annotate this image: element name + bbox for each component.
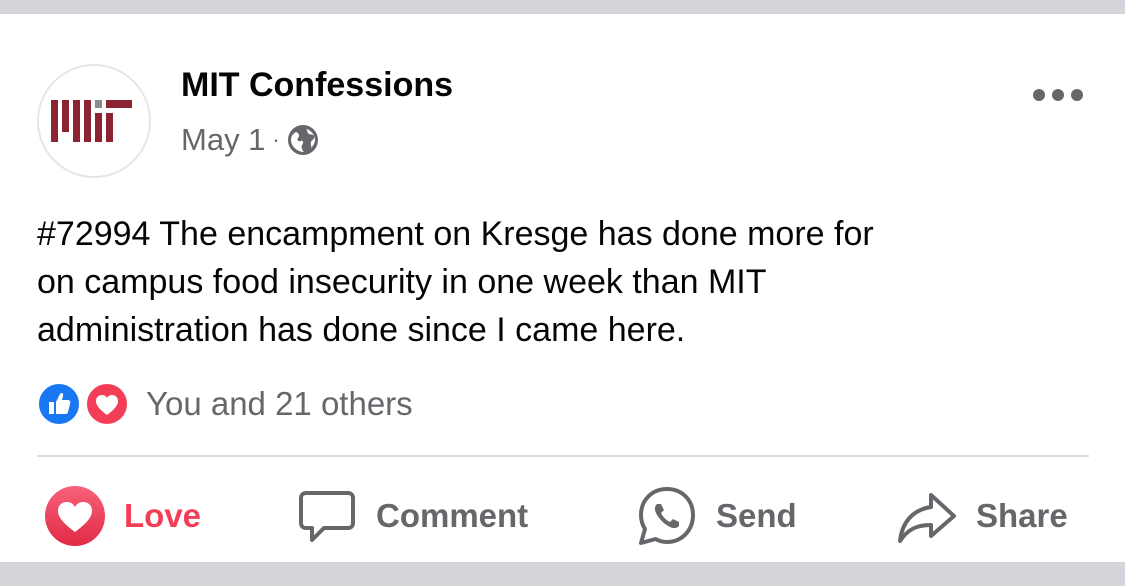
love-button-label: Love (124, 497, 202, 534)
reaction-icons (36, 380, 136, 428)
page-avatar[interactable] (37, 64, 151, 178)
meta-separator: · (272, 127, 280, 152)
love-icon (45, 486, 105, 546)
share-button[interactable]: Share (896, 484, 1068, 548)
feed-separator-bottom (0, 562, 1125, 586)
love-reaction-icon (84, 381, 130, 427)
comment-button-label: Comment (376, 497, 529, 534)
like-reaction-icon (36, 381, 82, 427)
action-divider (37, 455, 1089, 457)
more-options-icon[interactable] (1030, 80, 1086, 110)
page-name-link[interactable]: MIT Confessions (181, 66, 453, 105)
comment-button[interactable]: Comment (296, 484, 528, 548)
reactions-summary[interactable]: You and 21 others (36, 380, 413, 428)
reactions-count-text[interactable]: You and 21 others (146, 385, 413, 423)
globe-icon (287, 125, 318, 155)
share-button-label: Share (976, 497, 1068, 534)
whatsapp-icon (639, 487, 695, 545)
post-card: MIT Confessions May 1 · #72994 The encam… (0, 14, 1125, 562)
feed-separator-top (0, 0, 1125, 14)
send-button-label: Send (716, 497, 797, 534)
comment-icon (299, 491, 355, 542)
send-button[interactable]: Send (636, 484, 797, 548)
post-body-text: #72994 The encampment on Kresge has done… (37, 215, 874, 349)
love-button[interactable]: Love (44, 484, 201, 548)
post-screenshot: MIT Confessions May 1 · #72994 The encam… (0, 0, 1125, 586)
mit-logo (51, 100, 132, 142)
post-date[interactable]: May 1 (181, 122, 265, 158)
share-icon (898, 493, 956, 543)
post-meta: May 1 · (181, 122, 319, 158)
